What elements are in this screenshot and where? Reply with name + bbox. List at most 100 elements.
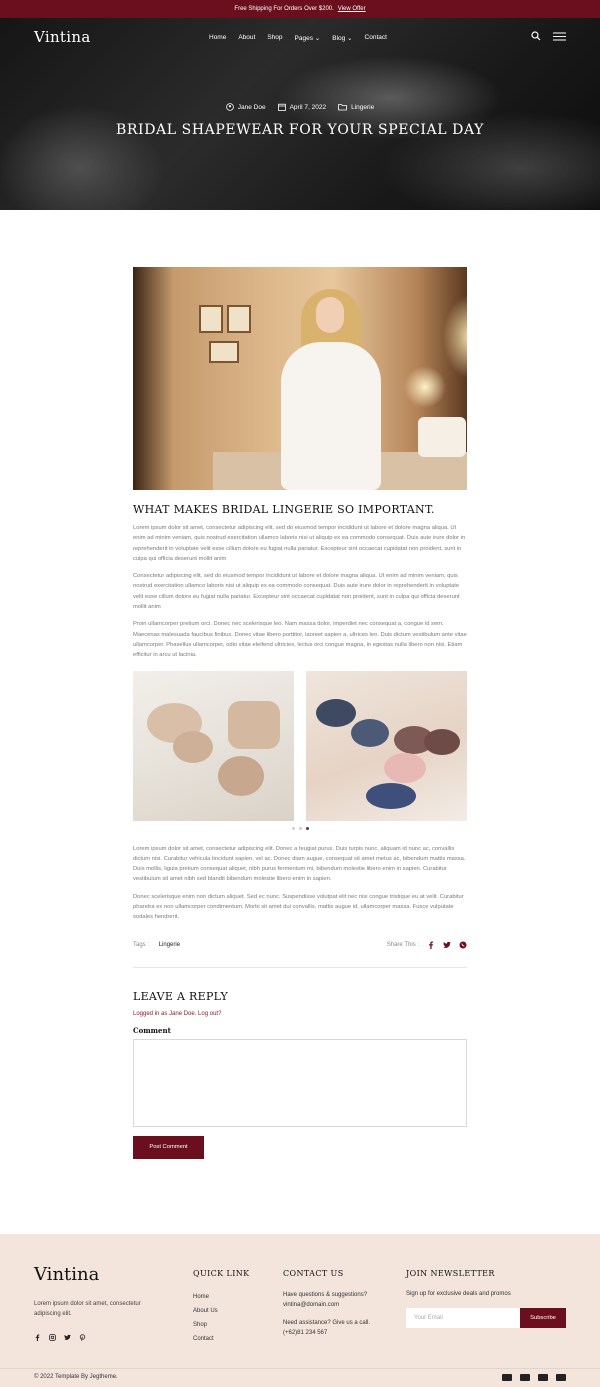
- nav-blog[interactable]: Blog ⌄: [332, 34, 352, 42]
- whatsapp-icon[interactable]: [459, 941, 467, 949]
- newsletter-email-input[interactable]: Your Email: [406, 1308, 520, 1328]
- nav-icons: [531, 31, 566, 41]
- view-offer-link[interactable]: View Offer: [338, 6, 366, 12]
- quick-link-list: Home About Us Shop Contact: [193, 1290, 218, 1346]
- pinterest-icon[interactable]: [79, 1334, 86, 1341]
- date-text: April 7, 2022: [289, 103, 327, 111]
- post-category[interactable]: Lingerie: [338, 103, 374, 111]
- bra-shape: [424, 728, 460, 755]
- contact-spacer: [283, 1310, 393, 1318]
- gallery-image-lingerie-flatlay[interactable]: [133, 670, 294, 821]
- facebook-icon[interactable]: [427, 941, 435, 949]
- search-icon[interactable]: [531, 31, 541, 41]
- section-heading: WHAT MAKES BRIDAL LINGERIE SO IMPORTANT.: [133, 503, 435, 516]
- gallery-dot[interactable]: [291, 826, 295, 830]
- user-icon: [225, 103, 234, 111]
- footer-link-shop[interactable]: Shop: [193, 1318, 218, 1332]
- contact-help: Need assistance? Give us a call.: [283, 1320, 371, 1326]
- mastercard-icon: [502, 1374, 512, 1381]
- tag-link[interactable]: Lingerie: [159, 942, 180, 948]
- page-title: BRIDAL SHAPEWEAR FOR YOUR SPECIAL DAY: [116, 122, 484, 138]
- divider: [133, 966, 467, 968]
- chevron-down-icon: ⌄: [312, 35, 321, 42]
- folder-icon: [338, 104, 347, 111]
- hero-banner: Vintina Home About Shop Pages ⌄ Blog ⌄ C…: [0, 18, 600, 210]
- contact-email[interactable]: vintina@domain.com: [283, 1300, 393, 1310]
- pillow: [418, 417, 466, 457]
- subscribe-button[interactable]: Subscribe: [520, 1308, 566, 1328]
- featured-image-bride: [133, 267, 467, 490]
- paragraph: Donec scelerisque enim non dictum alique…: [133, 893, 464, 921]
- author-name: Jane Doe: [237, 103, 266, 111]
- post-date: April 7, 2022: [277, 103, 327, 111]
- tags: Tags : Lingerie: [133, 942, 180, 948]
- paragraph: Consectetur adipiscing elit, sed do eius…: [133, 573, 460, 611]
- hamburger-menu-icon[interactable]: [553, 32, 566, 41]
- twitter-icon[interactable]: [64, 1334, 71, 1341]
- gallery-pagination: [133, 826, 467, 830]
- gallery-image-bras[interactable]: [306, 670, 467, 821]
- footer-divider: [0, 1368, 600, 1369]
- nav-pages-label: Pages: [294, 35, 313, 42]
- newsletter-heading: JOIN NEWSLETTER: [406, 1269, 495, 1278]
- article: WHAT MAKES BRIDAL LINGERIE SO IMPORTANT.…: [133, 267, 467, 1159]
- gallery-dot-active[interactable]: [305, 826, 309, 830]
- logged-in-link[interactable]: Logged in as Jane Doe. Log out?: [133, 1011, 467, 1017]
- wall-frame: [199, 305, 223, 333]
- paragraph: Lorem ipsum dolor sit amet, consectetur …: [133, 845, 466, 883]
- contact-info: Have questions & suggestions? vintina@do…: [283, 1290, 393, 1338]
- nav-blog-label: Blog: [332, 35, 346, 42]
- bra-shape: [384, 752, 426, 783]
- category-text: Lingerie: [351, 103, 375, 111]
- image-gallery: [133, 670, 467, 821]
- wall-frame: [227, 305, 251, 333]
- share-label: Share This :: [386, 941, 419, 948]
- reply-heading: LEAVE A REPLY: [133, 989, 229, 1003]
- site-footer: Vintina Lorem ipsum dolor sit amet, cons…: [0, 1234, 600, 1387]
- gallery-dot[interactable]: [298, 826, 302, 830]
- top-announcement-bar: Free Shipping For Orders Over $200. View…: [0, 0, 600, 18]
- footer-link-home[interactable]: Home: [193, 1290, 218, 1304]
- copyright-text: © 2022 Template By Jegtheme.: [34, 1374, 118, 1380]
- calendar-icon: [277, 103, 286, 111]
- payment-methods: [502, 1374, 566, 1381]
- footer-link-about[interactable]: About Us: [193, 1304, 218, 1318]
- bra-shape: [316, 698, 356, 727]
- post-author[interactable]: Jane Doe: [225, 103, 266, 111]
- twitter-icon[interactable]: [443, 941, 451, 949]
- instagram-icon[interactable]: [49, 1334, 56, 1341]
- main-nav: Vintina Home About Shop Pages ⌄ Blog ⌄ C…: [0, 18, 600, 58]
- bride-robe: [281, 342, 381, 490]
- newsletter-description: Sign up for exclusive deals and promos: [406, 1291, 511, 1297]
- site-logo[interactable]: Vintina: [34, 28, 91, 46]
- nav-pages[interactable]: Pages ⌄: [295, 34, 321, 42]
- bride-face: [316, 297, 344, 333]
- nav-shop[interactable]: Shop: [267, 34, 282, 42]
- garment-shape: [218, 755, 264, 796]
- contact-heading: CONTACT US: [283, 1269, 344, 1278]
- chevron-down-icon: ⌄: [345, 35, 353, 42]
- paypal-icon: [520, 1374, 530, 1381]
- visa-icon: [538, 1374, 548, 1381]
- paragraph: Lorem ipsum dolor sit amet, consectetur …: [133, 525, 466, 562]
- card-icon: [556, 1374, 566, 1381]
- quick-link-heading: QUICK LINK: [193, 1269, 250, 1278]
- contact-phone[interactable]: (+62)81 234 567: [283, 1328, 393, 1338]
- nav-menu: Home About Shop Pages ⌄ Blog ⌄ Contact: [209, 34, 387, 42]
- footer-description: Lorem ipsum dolor sit amet, consectetur …: [34, 1301, 141, 1317]
- post-comment-button[interactable]: Post Comment: [133, 1135, 204, 1159]
- nav-contact[interactable]: Contact: [365, 34, 387, 42]
- shipping-text: Free Shipping For Orders Over $200.: [234, 6, 334, 12]
- facebook-icon[interactable]: [34, 1334, 41, 1341]
- footer-logo[interactable]: Vintina: [34, 1264, 99, 1285]
- bra-shape: [173, 730, 213, 763]
- nav-home[interactable]: Home: [209, 34, 226, 42]
- bra-shape: [351, 718, 389, 747]
- nav-about[interactable]: About: [238, 34, 255, 42]
- paragraph: Proin ullamcorper pretium orci. Donec ne…: [133, 621, 467, 659]
- footer-link-contact[interactable]: Contact: [193, 1332, 218, 1346]
- comment-textarea[interactable]: [133, 1038, 467, 1127]
- wall-frame: [209, 341, 239, 363]
- footer-social: [34, 1334, 86, 1341]
- comment-label: Comment: [133, 1025, 171, 1035]
